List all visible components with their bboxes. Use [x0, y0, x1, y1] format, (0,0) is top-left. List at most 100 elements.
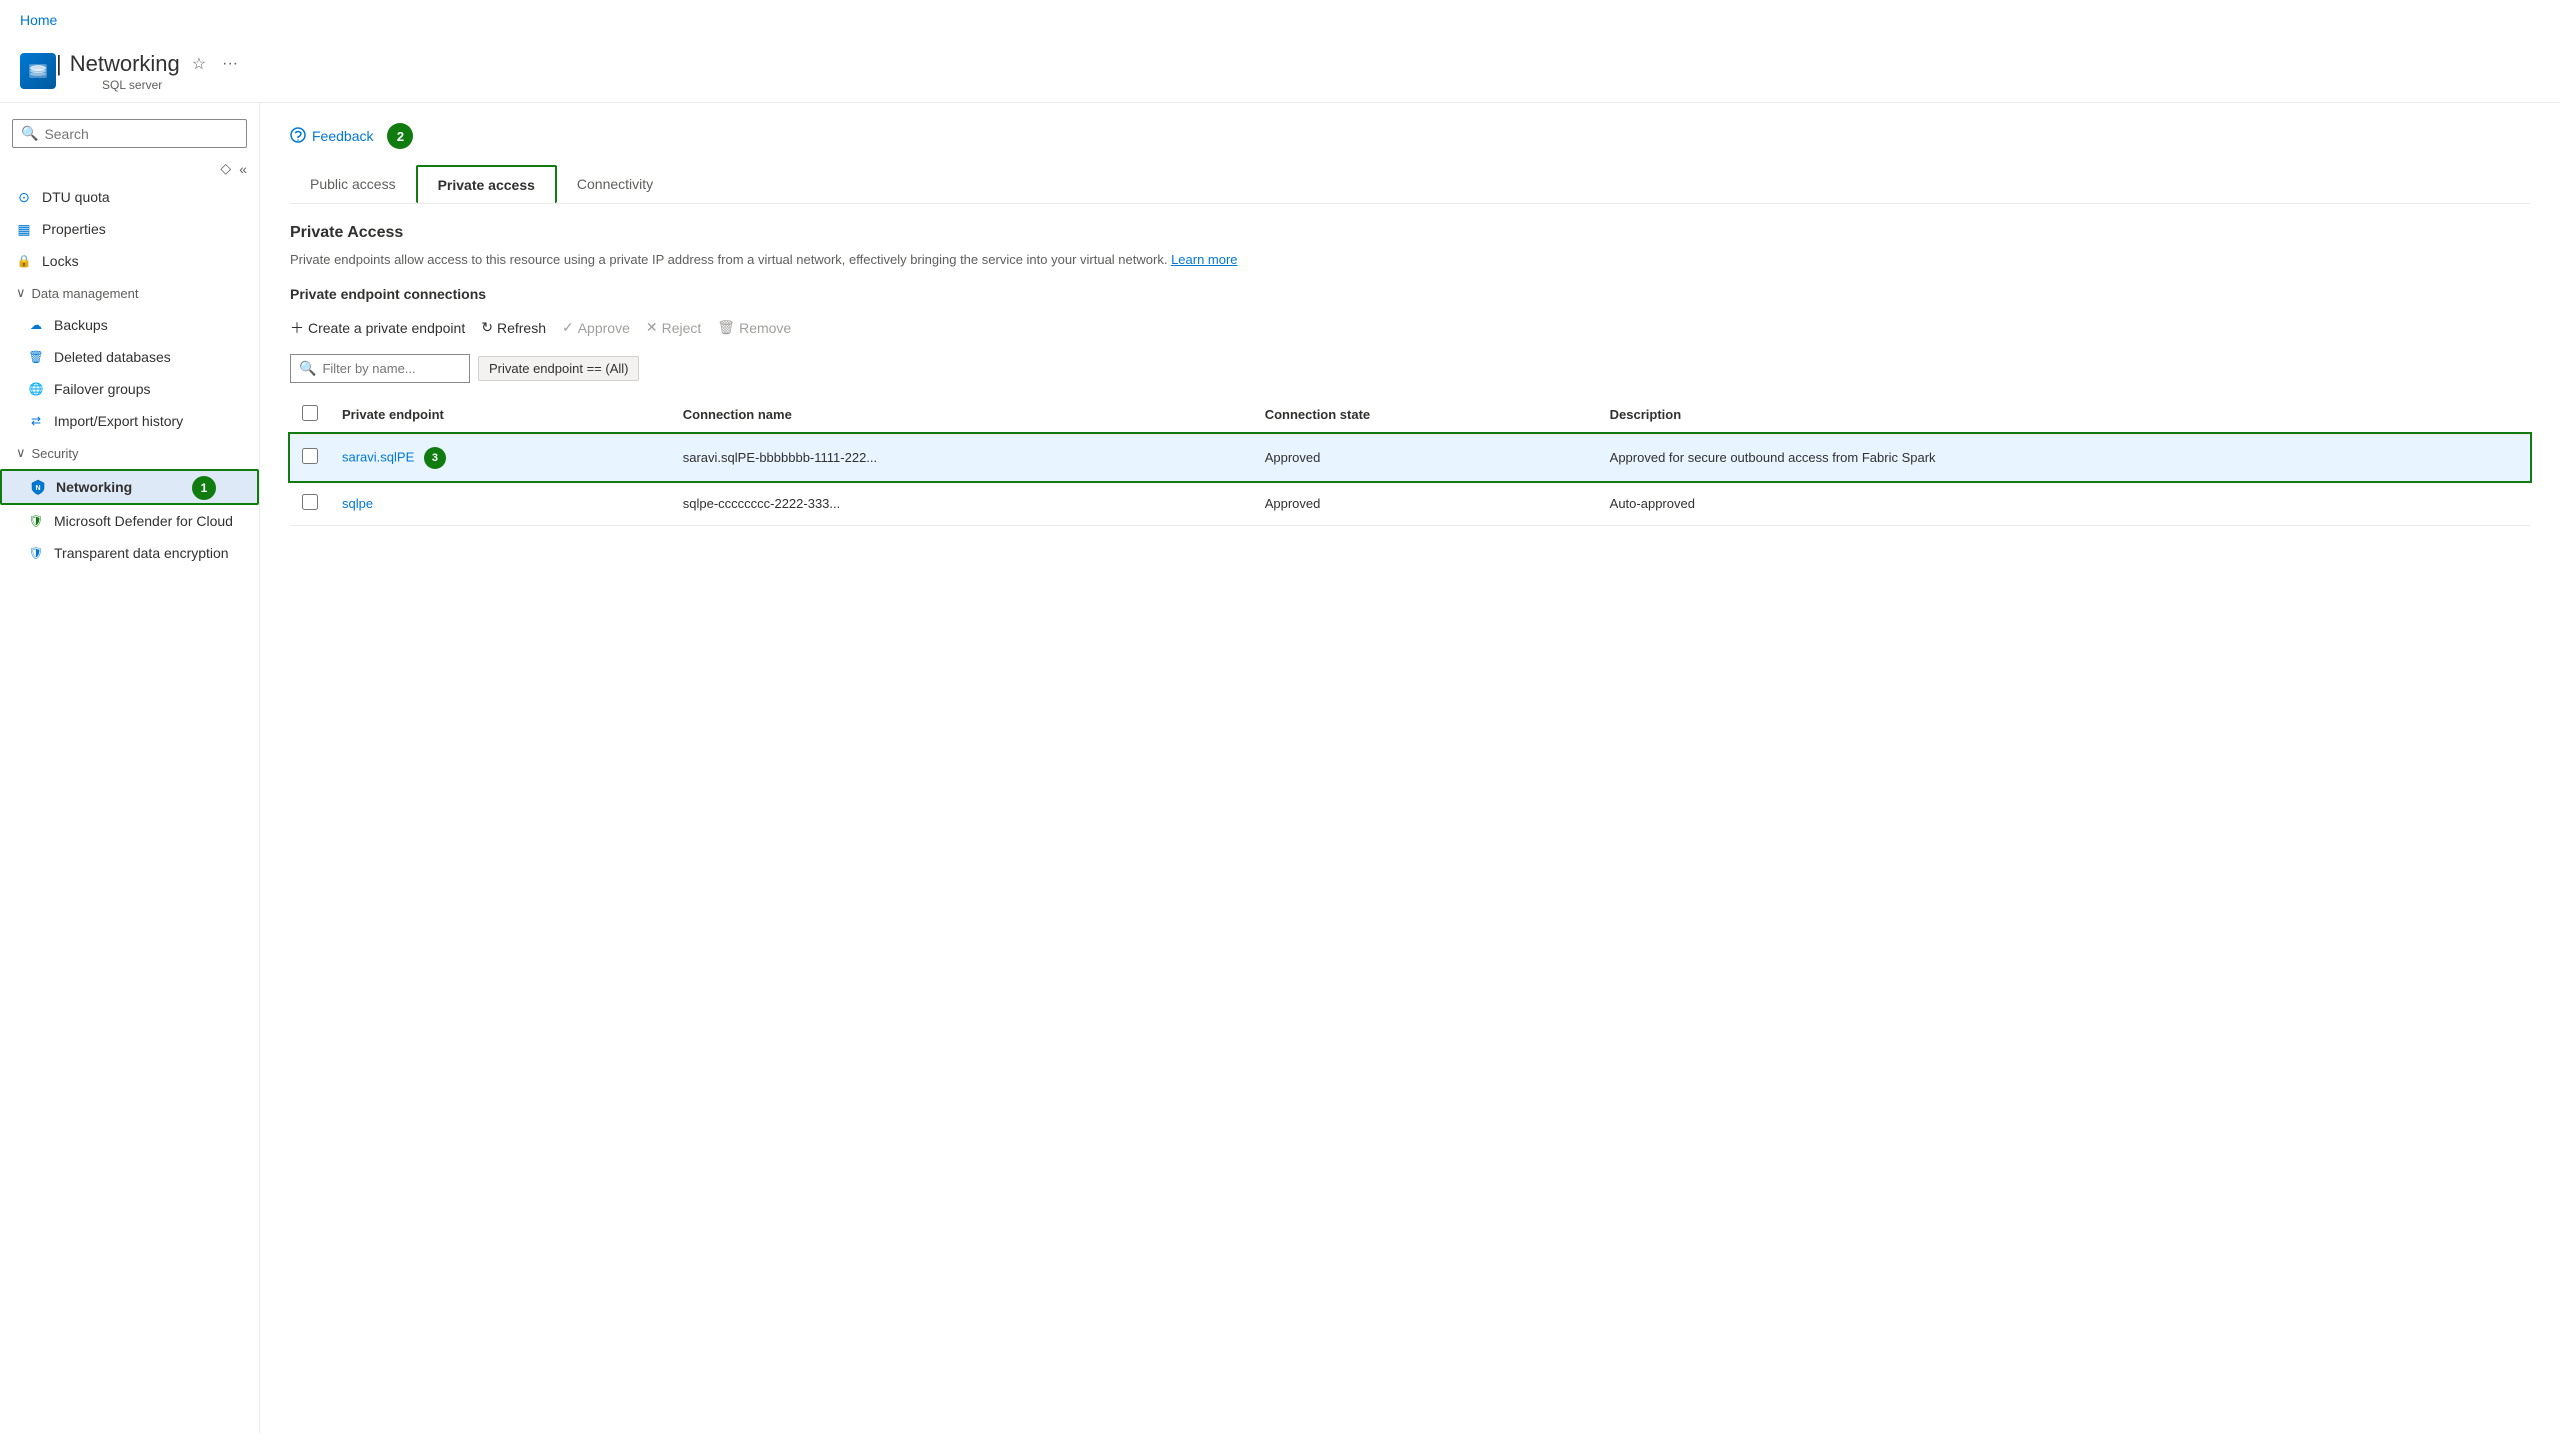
filter-input[interactable]: [322, 361, 461, 376]
col-private-endpoint: Private endpoint: [330, 395, 671, 435]
table-row: sqlpe sqlpe-cccccccc-2222-333... Approve…: [290, 481, 2530, 525]
reject-icon: ✕: [646, 319, 658, 336]
approve-button[interactable]: ✓ Approve: [562, 315, 630, 340]
sidebar-controls: ◇ «: [0, 156, 259, 181]
approve-label: Approve: [578, 320, 630, 336]
defender-icon: 🛡: [28, 513, 44, 529]
refresh-label: Refresh: [497, 320, 546, 336]
resource-type-label: SQL server: [102, 78, 242, 92]
refresh-button[interactable]: ↻ Refresh: [481, 315, 546, 340]
tab-private-access[interactable]: Private access: [416, 165, 557, 203]
reject-button[interactable]: ✕ Reject: [646, 315, 701, 340]
sidebar-item-properties[interactable]: ▦ Properties: [0, 213, 259, 245]
failover-icon: 🌐: [28, 381, 44, 397]
tab-connectivity[interactable]: Connectivity: [557, 165, 673, 203]
select-all-header: [290, 395, 330, 435]
sidebar-collapse-button[interactable]: «: [239, 161, 247, 177]
row2-description: Auto-approved: [1598, 481, 2530, 525]
col-connection-name: Connection name: [671, 395, 1253, 435]
table-header-row: Private endpoint Connection name Connect…: [290, 395, 2530, 435]
sidebar-item-transparent-data[interactable]: 🛡 Transparent data encryption: [0, 537, 259, 569]
step3-badge: 3: [424, 447, 446, 469]
sidebar-item-label: Backups: [54, 317, 108, 333]
sidebar-item-networking[interactable]: N Networking 1: [0, 469, 259, 505]
chevron-down-icon: ∨: [16, 285, 26, 301]
sidebar-item-import-export[interactable]: ⇄ Import/Export history: [0, 405, 259, 437]
sql-server-icon: [20, 53, 56, 89]
row1-checkbox-cell: [290, 434, 330, 481]
sidebar-item-backups[interactable]: ☁ Backups: [0, 309, 259, 341]
row2-connection-state: Approved: [1253, 481, 1598, 525]
search-box[interactable]: 🔍: [12, 119, 247, 148]
feedback-icon: [290, 127, 306, 146]
filter-tag[interactable]: Private endpoint == (All): [478, 356, 639, 381]
sidebar-item-label: Failover groups: [54, 381, 151, 397]
sidebar-filter-button[interactable]: ◇: [220, 160, 231, 177]
search-input[interactable]: [44, 126, 238, 142]
sidebar-item-label: Networking: [56, 479, 132, 495]
more-actions-button[interactable]: ···: [218, 51, 242, 77]
filter-row: 🔍 Private endpoint == (All): [290, 354, 2530, 383]
sidebar-section-security[interactable]: ∨ Security: [0, 437, 259, 469]
sidebar-item-label: Properties: [42, 221, 106, 237]
row1-checkbox[interactable]: [302, 448, 318, 464]
sidebar-item-locks[interactable]: 🔒 Locks: [0, 245, 259, 277]
sidebar-item-failover-groups[interactable]: 🌐 Failover groups: [0, 373, 259, 405]
row1-endpoint: saravi.sqlPE 3: [330, 434, 671, 481]
row2-checkbox[interactable]: [302, 494, 318, 510]
filter-input-container[interactable]: 🔍: [290, 354, 470, 383]
refresh-icon: ↻: [481, 319, 493, 336]
table-row: saravi.sqlPE 3 saravi.sqlPE-bbbbbbb-1111…: [290, 434, 2530, 481]
sidebar-item-defender[interactable]: 🛡 Microsoft Defender for Cloud: [0, 505, 259, 537]
toolbar: ＋ Create a private endpoint ↻ Refresh ✓ …: [290, 314, 2530, 342]
properties-icon: ▦: [16, 221, 32, 237]
sidebar-section-data-management[interactable]: ∨ Data management: [0, 277, 259, 309]
networking-icon: N: [30, 479, 46, 495]
step1-badge: 1: [192, 476, 216, 500]
page-title: | Networking ☆ ···: [56, 50, 242, 78]
sidebar-item-label: Transparent data encryption: [54, 545, 229, 561]
favorite-button[interactable]: ☆: [188, 50, 210, 78]
remove-button[interactable]: 🗑 Remove: [717, 315, 791, 340]
deleted-databases-icon: 🗑: [28, 349, 44, 365]
remove-icon: 🗑: [717, 319, 735, 336]
svg-text:N: N: [35, 485, 40, 492]
chevron-down-icon: ∨: [16, 445, 26, 461]
row2-checkbox-cell: [290, 481, 330, 525]
sidebar-item-label: Deleted databases: [54, 349, 171, 365]
sidebar-item-label: Import/Export history: [54, 413, 183, 429]
row1-connection-state: Approved: [1253, 434, 1598, 481]
row2-connection-name: sqlpe-cccccccc-2222-333...: [671, 481, 1253, 525]
row2-endpoint: sqlpe: [330, 481, 671, 525]
learn-more-link[interactable]: Learn more: [1171, 252, 1237, 267]
sidebar-item-label: Microsoft Defender for Cloud: [54, 513, 233, 529]
sidebar-item-deleted-databases[interactable]: 🗑 Deleted databases: [0, 341, 259, 373]
tab-public-access[interactable]: Public access: [290, 165, 416, 203]
feedback-row[interactable]: Feedback 2: [290, 123, 2530, 149]
remove-label: Remove: [739, 320, 791, 336]
transparent-data-icon: 🛡: [28, 545, 44, 561]
backups-icon: ☁: [28, 317, 44, 333]
filter-search-icon: 🔍: [299, 360, 316, 377]
private-access-section: Private Access Private endpoints allow a…: [290, 224, 2530, 526]
dto-quota-icon: ⊙: [16, 189, 32, 205]
search-icon: 🔍: [21, 125, 38, 142]
tabs-container: Public access Private access Connectivit…: [290, 165, 2530, 204]
create-endpoint-button[interactable]: ＋ Create a private endpoint: [290, 314, 465, 342]
row1-endpoint-link[interactable]: saravi.sqlPE: [342, 449, 414, 464]
row2-endpoint-link[interactable]: sqlpe: [342, 496, 373, 511]
row1-connection-name: saravi.sqlPE-bbbbbbb-1111-222...: [671, 434, 1253, 481]
section-label: Data management: [32, 286, 139, 301]
sidebar-item-label: Locks: [42, 253, 79, 269]
row1-description: Approved for secure outbound access from…: [1598, 434, 2530, 481]
sidebar-item-dto-quota[interactable]: ⊙ DTU quota: [0, 181, 259, 213]
section-title: Private Access: [290, 224, 2530, 242]
sidebar: 🔍 ◇ « ⊙ DTU quota ▦ Properties 🔒 Locks ∨…: [0, 103, 260, 1433]
step2-badge: 2: [387, 123, 413, 149]
plus-icon: ＋: [290, 318, 304, 338]
select-all-checkbox[interactable]: [302, 405, 318, 421]
locks-icon: 🔒: [16, 253, 32, 269]
feedback-label[interactable]: Feedback: [312, 128, 373, 144]
reject-label: Reject: [662, 320, 702, 336]
home-link[interactable]: Home: [0, 0, 2560, 40]
